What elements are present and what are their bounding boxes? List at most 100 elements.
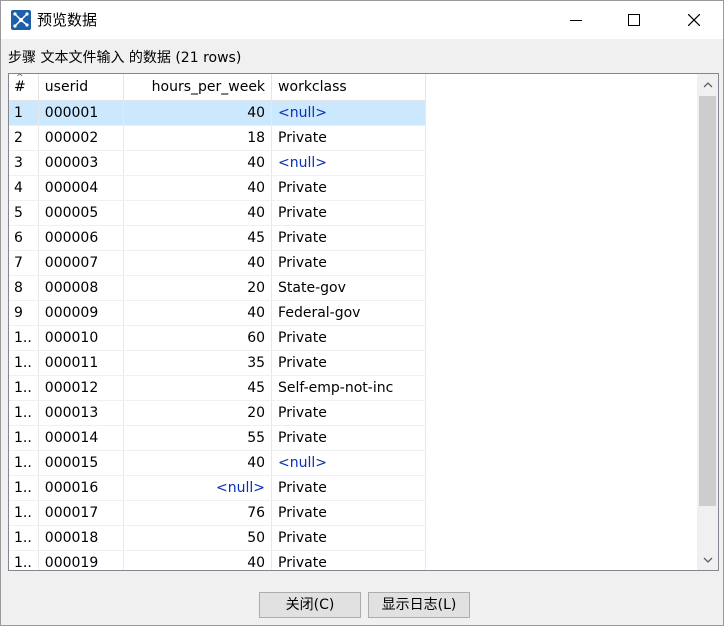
table-row[interactable]: 5 000005 40 Private	[9, 200, 697, 226]
hours-per-week-cell[interactable]: 40	[123, 550, 273, 570]
vertical-scrollbar[interactable]	[697, 74, 718, 570]
table-row[interactable]: 7 000007 40 Private	[9, 250, 697, 276]
workclass-cell[interactable]: <null>	[271, 450, 426, 476]
row-number-cell[interactable]: 6	[9, 225, 39, 251]
table-row[interactable]: 1.. 000011 35 Private	[9, 350, 697, 376]
hours-per-week-cell[interactable]: 35	[123, 350, 273, 376]
workclass-cell[interactable]: Private	[271, 550, 426, 570]
row-number-cell[interactable]: 1..	[9, 475, 39, 501]
hours-per-week-cell[interactable]: 40	[123, 200, 273, 226]
title-bar[interactable]: 预览数据	[1, 1, 723, 39]
hours-per-week-cell[interactable]: 20	[123, 275, 273, 301]
row-number-cell[interactable]: 5	[9, 200, 39, 226]
minimize-button[interactable]	[547, 1, 605, 39]
row-number-cell[interactable]: 1..	[9, 525, 39, 551]
workclass-cell[interactable]: Private	[271, 525, 426, 551]
workclass-cell[interactable]: Private	[271, 400, 426, 426]
hours-per-week-cell[interactable]: 55	[123, 425, 273, 451]
userid-cell[interactable]: 000004	[38, 175, 124, 201]
userid-cell[interactable]: 000013	[38, 400, 124, 426]
workclass-cell[interactable]: Private	[271, 175, 426, 201]
userid-cell[interactable]: 000009	[38, 300, 124, 326]
column-header-workclass[interactable]: workclass	[271, 74, 426, 101]
column-header-num[interactable]: ^ #	[9, 74, 39, 101]
maximize-button[interactable]	[605, 1, 663, 39]
hours-per-week-cell[interactable]: 40	[123, 100, 273, 126]
workclass-cell[interactable]: State-gov	[271, 275, 426, 301]
hours-per-week-cell[interactable]: 76	[123, 500, 273, 526]
show-log-button[interactable]: 显示日志(L)	[368, 592, 470, 618]
row-number-cell[interactable]: 1..	[9, 400, 39, 426]
row-number-cell[interactable]: 1..	[9, 550, 39, 570]
table-row[interactable]: 4 000004 40 Private	[9, 175, 697, 201]
table-row[interactable]: 2 000002 18 Private	[9, 125, 697, 151]
table-row[interactable]: 1.. 000019 40 Private	[9, 550, 697, 570]
hours-per-week-cell[interactable]: 18	[123, 125, 273, 151]
data-grid-viewport[interactable]: ^ # userid hours_per_week workclass 1 000…	[9, 74, 697, 570]
hours-per-week-cell[interactable]: 40	[123, 175, 273, 201]
userid-cell[interactable]: 000008	[38, 275, 124, 301]
table-row[interactable]: 1.. 000014 55 Private	[9, 425, 697, 451]
workclass-cell[interactable]: Federal-gov	[271, 300, 426, 326]
userid-cell[interactable]: 000018	[38, 525, 124, 551]
row-number-cell[interactable]: 4	[9, 175, 39, 201]
userid-cell[interactable]: 000007	[38, 250, 124, 276]
column-header-hours-per-week[interactable]: hours_per_week	[123, 74, 273, 101]
row-number-cell[interactable]: 7	[9, 250, 39, 276]
table-row[interactable]: 1.. 000013 20 Private	[9, 400, 697, 426]
hours-per-week-cell[interactable]: 20	[123, 400, 273, 426]
table-row[interactable]: 1.. 000016 <null> Private	[9, 475, 697, 501]
row-number-cell[interactable]: 2	[9, 125, 39, 151]
scroll-up-button[interactable]	[697, 74, 718, 95]
scroll-down-button[interactable]	[697, 549, 718, 570]
userid-cell[interactable]: 000001	[38, 100, 124, 126]
row-number-cell[interactable]: 1..	[9, 425, 39, 451]
close-window-button[interactable]	[665, 1, 723, 39]
userid-cell[interactable]: 000015	[38, 450, 124, 476]
userid-cell[interactable]: 000017	[38, 500, 124, 526]
workclass-cell[interactable]: Private	[271, 325, 426, 351]
table-row[interactable]: 1.. 000017 76 Private	[9, 500, 697, 526]
workclass-cell[interactable]: Self-emp-not-inc	[271, 375, 426, 401]
scroll-thumb[interactable]	[699, 96, 716, 506]
row-number-cell[interactable]: 1..	[9, 350, 39, 376]
row-number-cell[interactable]: 3	[9, 150, 39, 176]
hours-per-week-cell[interactable]: 45	[123, 225, 273, 251]
workclass-cell[interactable]: Private	[271, 425, 426, 451]
table-row[interactable]: 9 000009 40 Federal-gov	[9, 300, 697, 326]
row-number-cell[interactable]: 1..	[9, 325, 39, 351]
row-number-cell[interactable]: 8	[9, 275, 39, 301]
userid-cell[interactable]: 000003	[38, 150, 124, 176]
close-button[interactable]: 关闭(C)	[259, 592, 361, 618]
table-row[interactable]: 1.. 000015 40 <null>	[9, 450, 697, 476]
userid-cell[interactable]: 000006	[38, 225, 124, 251]
workclass-cell[interactable]: Private	[271, 475, 426, 501]
table-row[interactable]: 8 000008 20 State-gov	[9, 275, 697, 301]
userid-cell[interactable]: 000019	[38, 550, 124, 570]
workclass-cell[interactable]: Private	[271, 250, 426, 276]
hours-per-week-cell[interactable]: 45	[123, 375, 273, 401]
userid-cell[interactable]: 000010	[38, 325, 124, 351]
table-row[interactable]: 3 000003 40 <null>	[9, 150, 697, 176]
userid-cell[interactable]: 000011	[38, 350, 124, 376]
workclass-cell[interactable]: <null>	[271, 100, 426, 126]
row-number-cell[interactable]: 1..	[9, 375, 39, 401]
table-row[interactable]: 6 000006 45 Private	[9, 225, 697, 251]
hours-per-week-cell[interactable]: 40	[123, 450, 273, 476]
hours-per-week-cell[interactable]: 50	[123, 525, 273, 551]
hours-per-week-cell[interactable]: 60	[123, 325, 273, 351]
hours-per-week-cell[interactable]: 40	[123, 250, 273, 276]
workclass-cell[interactable]: Private	[271, 350, 426, 376]
workclass-cell[interactable]: Private	[271, 500, 426, 526]
table-row[interactable]: 1.. 000018 50 Private	[9, 525, 697, 551]
workclass-cell[interactable]: <null>	[271, 150, 426, 176]
table-row[interactable]: 1.. 000010 60 Private	[9, 325, 697, 351]
workclass-cell[interactable]: Private	[271, 200, 426, 226]
userid-cell[interactable]: 000016	[38, 475, 124, 501]
userid-cell[interactable]: 000014	[38, 425, 124, 451]
table-row[interactable]: 1 000001 40 <null>	[9, 100, 697, 126]
userid-cell[interactable]: 000005	[38, 200, 124, 226]
table-row[interactable]: 1.. 000012 45 Self-emp-not-inc	[9, 375, 697, 401]
workclass-cell[interactable]: Private	[271, 225, 426, 251]
hours-per-week-cell[interactable]: 40	[123, 300, 273, 326]
